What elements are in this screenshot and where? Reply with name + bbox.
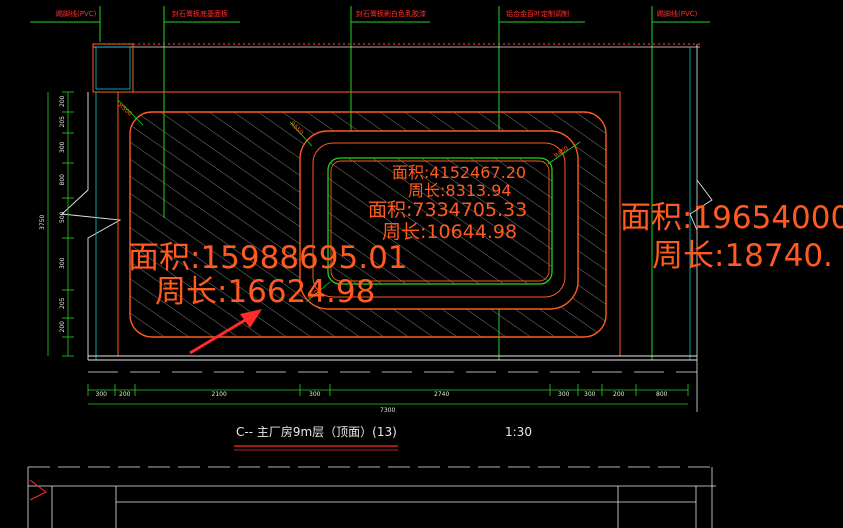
dim-left-6: 205 <box>59 297 66 309</box>
outer-perimeter-text: 周长:16624.98 <box>155 274 375 310</box>
dim-bottom-0: 300 <box>96 391 108 398</box>
dim-bottom-1: 200 <box>119 391 131 398</box>
dim-bottom-8: 800 <box>656 391 668 398</box>
dim-bottom-5: 300 <box>558 391 570 398</box>
leader-callout-1: 封石膏板底基面板 <box>172 9 228 18</box>
right-perimeter-text: 周长:18740. <box>652 238 833 274</box>
inner-area-text: 面积:4152467.20 <box>392 163 526 182</box>
dim-left-3: 800 <box>59 174 66 186</box>
left-wall <box>60 92 122 360</box>
dim-bottom-4: 2740 <box>434 391 449 398</box>
left-dimension-chain: 3750 200 205 300 800 500 300 205 200 <box>39 91 74 357</box>
leader-callout-2: 封石膏板刷白色乳胶漆 <box>356 9 426 18</box>
dim-total: 7300 <box>380 407 395 414</box>
outer-area-text: 面积:15988695.01 <box>128 240 408 276</box>
dim-bottom-3: 300 <box>309 391 321 398</box>
drawing-title: C-- 主厂房9m层（顶面）(13) <box>236 424 397 439</box>
right-area-text: 面积:19654000 <box>620 200 843 236</box>
dim-left-0: 200 <box>59 95 66 107</box>
cad-drawing-canvas: 踢脚线(PVC) 封石膏板底基面板 封石膏板刷白色乳胶漆 铝合金百叶定制调制 踢… <box>27 6 843 528</box>
dim-left-1: 205 <box>59 116 66 128</box>
title-block: C-- 主厂房9m层（顶面）(13) 1:30 <box>234 424 532 451</box>
dim-left-5: 300 <box>59 257 66 269</box>
mid-area-text: 面积:7334705.33 <box>368 199 527 221</box>
leader-right-top: 踢脚线(PVC) <box>657 9 698 18</box>
dim-bottom-7: 200 <box>613 391 625 398</box>
radius-label-1: R500 <box>117 102 134 118</box>
drawing-scale: 1:30 <box>505 425 532 439</box>
dim-bottom-6: 300 <box>584 391 596 398</box>
dim-left-total: 3750 <box>39 215 46 230</box>
bottom-wall <box>88 355 697 373</box>
dim-left-4: 500 <box>59 211 66 223</box>
inner-perimeter-text: 周长:8313.94 <box>408 181 512 200</box>
dim-left-7: 200 <box>59 321 66 333</box>
dim-bottom-2: 2100 <box>212 391 227 398</box>
lower-section <box>27 466 716 528</box>
dim-left-2: 300 <box>59 141 66 153</box>
bottom-dimension-chain: 7300 300 200 2100 300 2740 300 300 200 800 <box>87 384 689 414</box>
leader-callout-3: 铝合金百叶定制调制 <box>506 9 569 18</box>
leader-left-top: 踢脚线(PVC) <box>56 9 97 18</box>
